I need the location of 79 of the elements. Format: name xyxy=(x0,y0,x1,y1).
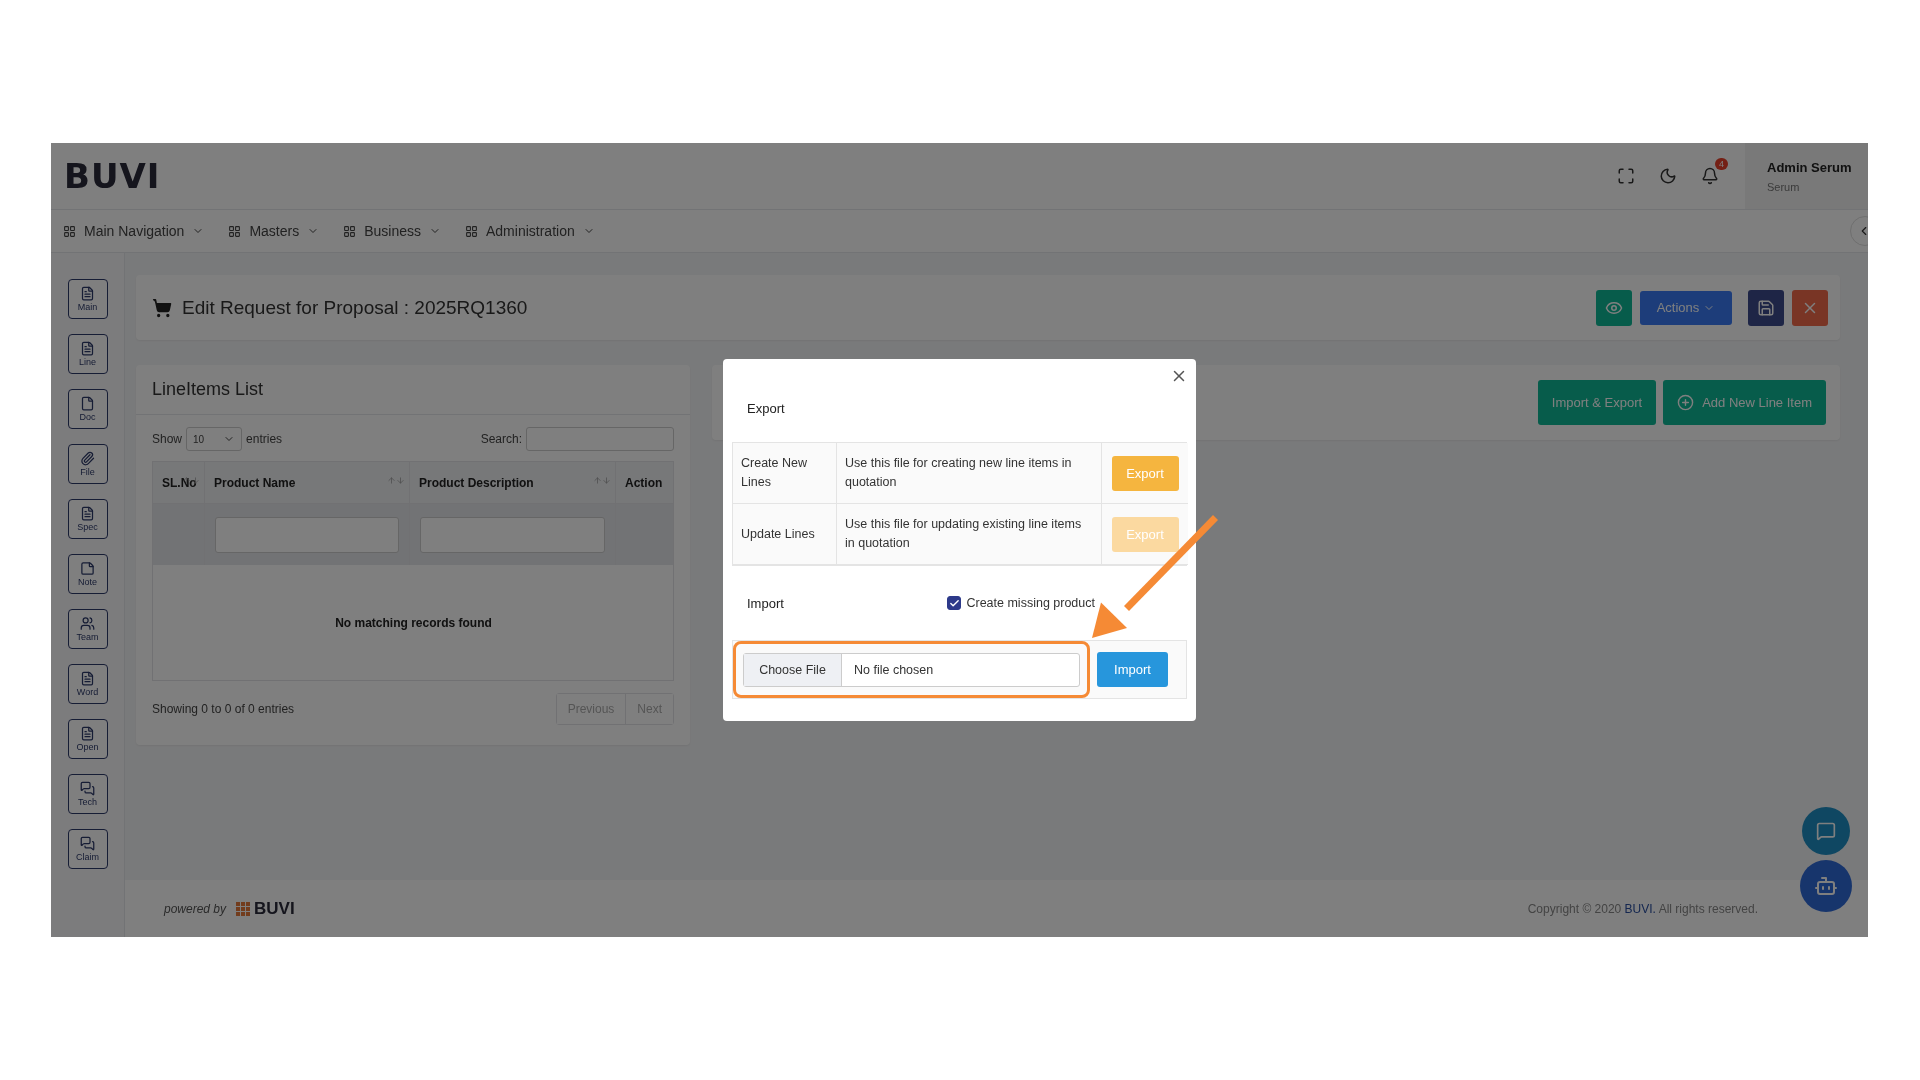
sort-icon xyxy=(593,476,611,485)
nav-menu-item[interactable]: Business xyxy=(343,223,441,239)
column-header[interactable]: SL.No xyxy=(153,462,205,504)
sort-icon xyxy=(387,476,405,485)
grid-icon xyxy=(343,224,357,238)
sidebar-button[interactable]: Note xyxy=(67,554,108,594)
robot-button[interactable] xyxy=(1800,860,1852,912)
sidebar-button[interactable]: Team xyxy=(67,609,108,649)
grid-icon xyxy=(465,224,478,238)
dot-grid-logo-icon xyxy=(236,901,251,916)
import-heading: Import xyxy=(747,595,784,611)
sidebar-button[interactable]: Claim xyxy=(67,829,108,869)
user-name: Admin Serum xyxy=(1767,159,1853,175)
sidebar-button[interactable]: Word xyxy=(67,664,108,704)
grid-icon xyxy=(63,224,76,238)
page-icon xyxy=(80,396,95,411)
nav-menu-item[interactable]: Administration xyxy=(465,223,595,239)
note-icon xyxy=(80,561,95,576)
page-title: Edit Request for Proposal : 2025RQ1360 xyxy=(182,296,528,319)
cart-icon xyxy=(152,297,172,318)
file-status: No file chosen xyxy=(854,662,934,677)
sidebar-button[interactable]: Main xyxy=(67,279,108,319)
robot-icon xyxy=(1814,874,1838,898)
table-cell: Update Lines xyxy=(733,504,837,565)
sidebar-button[interactable]: Doc xyxy=(67,389,108,429)
document-icon xyxy=(80,506,95,521)
chat-bubbles-icon xyxy=(80,781,95,796)
checkbox[interactable] xyxy=(947,596,962,610)
import-button[interactable]: Import xyxy=(1097,652,1168,687)
column-header[interactable]: Product Name xyxy=(205,462,410,504)
notification-bell-icon[interactable] xyxy=(1701,167,1719,185)
sidebar-button[interactable]: Tech xyxy=(67,774,108,814)
chat-bubbles-icon xyxy=(80,836,95,851)
file-input[interactable]: Choose File No file chosen xyxy=(743,652,1080,687)
nav-menu-item[interactable]: Main Navigation xyxy=(63,223,205,239)
export-heading: Export xyxy=(747,401,785,416)
page-size-select[interactable]: 10 xyxy=(186,427,243,451)
column-header[interactable]: Product Description xyxy=(410,462,616,504)
brand-logo: BUVI xyxy=(64,156,161,196)
sidebar-button[interactable]: Open xyxy=(67,719,108,759)
search-label: Search: xyxy=(480,432,522,446)
table-cell: Use this file for creating new line items in quotation xyxy=(837,443,1102,504)
filter-field[interactable] xyxy=(215,516,399,553)
entries-label: entries xyxy=(246,432,283,446)
sidebar-button[interactable]: Spec xyxy=(67,499,108,539)
powered-by-text: powered by xyxy=(164,901,227,916)
plus-circle-icon xyxy=(1677,394,1695,411)
actions-button[interactable]: Actions xyxy=(1640,290,1732,325)
card-title: LineItems List xyxy=(136,365,690,415)
empty-message: No matching records found xyxy=(334,614,493,632)
search-field[interactable] xyxy=(526,427,674,451)
sidebar-button[interactable]: File xyxy=(67,444,108,484)
sidebar-button[interactable]: Line xyxy=(67,334,108,374)
choose-file-button[interactable]: Choose File xyxy=(744,653,842,686)
chat-button[interactable] xyxy=(1802,807,1850,855)
document-icon xyxy=(80,286,95,301)
save-button[interactable] xyxy=(1748,289,1784,326)
checkbox-label: Create missing product xyxy=(966,596,1095,610)
document-icon xyxy=(80,671,95,686)
user-role: Serum xyxy=(1767,180,1801,193)
nav-menu-item[interactable]: Masters xyxy=(228,223,320,239)
footer-brand: BUVI xyxy=(254,898,295,919)
table-info: Showing 0 to 0 of 0 entries xyxy=(152,702,295,716)
grid-icon xyxy=(228,224,242,238)
table-cell: Use this file for updating existing line items in quotation xyxy=(837,504,1102,565)
show-label: Show xyxy=(152,432,183,446)
notification-count: 4 xyxy=(1715,158,1728,170)
moon-icon[interactable] xyxy=(1659,167,1677,185)
column-header[interactable]: Action xyxy=(616,462,674,504)
filter-field[interactable] xyxy=(420,516,605,553)
copyright-text: Copyright © 2020 BUVI. All rights reserved. xyxy=(1527,901,1758,916)
table-cell: Create New Lines xyxy=(733,443,837,504)
document-icon xyxy=(80,341,95,356)
view-button[interactable] xyxy=(1596,289,1632,326)
chat-icon xyxy=(1816,821,1836,841)
paperclip-icon xyxy=(80,451,95,466)
fullscreen-icon[interactable] xyxy=(1617,167,1635,185)
document-icon xyxy=(80,726,95,741)
people-icon xyxy=(80,616,95,631)
